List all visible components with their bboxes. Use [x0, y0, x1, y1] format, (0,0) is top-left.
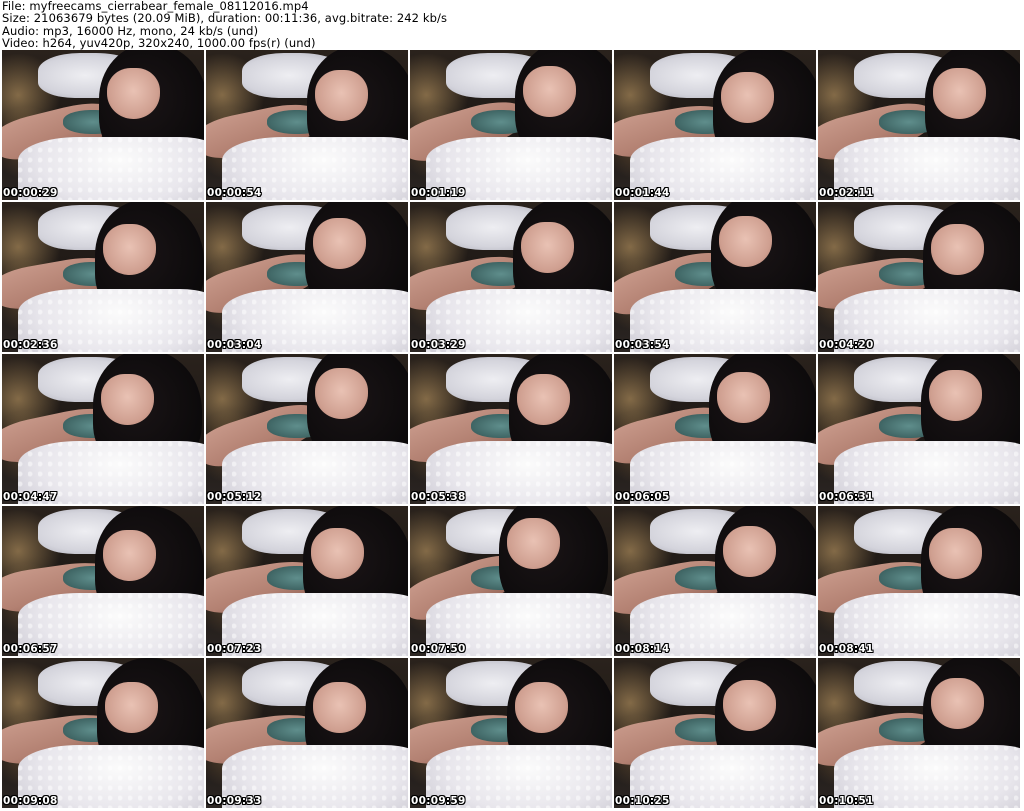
thumbnail-timestamp: 00:03:04 [207, 339, 262, 351]
thumbnail-face-shape [929, 528, 982, 579]
thumbnail-face-shape [929, 370, 982, 421]
video-thumbnail: 00:04:20 [818, 202, 1020, 352]
thumbnail-timestamp: 00:10:25 [615, 795, 670, 807]
thumbnail-face-shape [723, 680, 776, 731]
thumbnail-face-shape [521, 222, 574, 273]
thumbnail-timestamp: 00:09:33 [207, 795, 262, 807]
video-thumbnail: 00:03:29 [410, 202, 612, 352]
thumbnail-face-shape [931, 224, 984, 275]
thumbnail-face-shape [313, 218, 366, 269]
thumbnail-timestamp: 00:10:51 [819, 795, 874, 807]
thumbnail-grid: 00:00:29 00:00:54 00:01:19 00:01:44 00:02:11… [2, 50, 1022, 811]
thumbnail-face-shape [313, 682, 366, 733]
thumbnail-face-shape [315, 70, 368, 121]
video-thumbnail: 00:03:54 [614, 202, 816, 352]
thumbnail-face-shape [507, 518, 560, 569]
video-thumbnail: 00:07:50 [410, 506, 612, 656]
video-thumbnail: 00:09:59 [410, 658, 612, 808]
thumbnail-timestamp: 00:05:38 [411, 491, 466, 503]
video-thumbnail: 00:10:51 [818, 658, 1020, 808]
thumbnail-timestamp: 00:09:59 [411, 795, 466, 807]
video-thumbnail: 00:08:41 [818, 506, 1020, 656]
video-thumbnail: 00:09:33 [206, 658, 408, 808]
thumbnail-face-shape [515, 682, 568, 733]
thumbnail-face-shape [723, 526, 776, 577]
video-thumbnail: 00:02:11 [818, 50, 1020, 200]
file-size-line: Size: 21063679 bytes (20.09 MiB), durati… [2, 11, 448, 26]
thumbnail-face-shape [717, 372, 770, 423]
video-thumbnail: 00:00:54 [206, 50, 408, 200]
thumbnail-timestamp: 00:06:57 [3, 643, 58, 655]
video-thumbnail: 00:01:19 [410, 50, 612, 200]
video-thumbnail: 00:04:47 [2, 354, 204, 504]
thumbnail-timestamp: 00:06:31 [819, 491, 874, 503]
thumbnail-face-shape [311, 528, 364, 579]
thumbnail-timestamp: 00:01:44 [615, 187, 670, 199]
video-thumbnail: 00:07:23 [206, 506, 408, 656]
thumbnail-face-shape [931, 678, 984, 729]
thumbnail-timestamp: 00:08:14 [615, 643, 670, 655]
file-info-header: File: myfreecams_cierrabear_female_08112… [2, 0, 1022, 50]
thumbnail-timestamp: 00:02:11 [819, 187, 874, 199]
video-thumbnail: 00:02:36 [2, 202, 204, 352]
thumbnail-face-shape [721, 72, 774, 123]
thumbnail-timestamp: 00:06:05 [615, 491, 670, 503]
video-thumbnail: 00:03:04 [206, 202, 408, 352]
thumbnail-timestamp: 00:09:08 [3, 795, 58, 807]
thumbnail-timestamp: 00:02:36 [3, 339, 58, 351]
video-thumbnail: 00:09:08 [2, 658, 204, 808]
video-thumbnail: 00:05:38 [410, 354, 612, 504]
thumbnail-face-shape [103, 530, 156, 581]
thumbnail-face-shape [103, 224, 156, 275]
video-thumbnail: 00:06:05 [614, 354, 816, 504]
video-thumbnail: 00:00:29 [2, 50, 204, 200]
thumbnail-face-shape [933, 68, 986, 119]
video-info-line: Video: h264, yuv420p, 320x240, 1000.00 f… [2, 36, 316, 51]
thumbnail-face-shape [719, 216, 772, 267]
thumbnail-face-shape [517, 374, 570, 425]
video-thumbnail: 00:01:44 [614, 50, 816, 200]
video-thumbnail: 00:06:31 [818, 354, 1020, 504]
thumbnail-timestamp: 00:00:29 [3, 187, 58, 199]
video-thumbnail: 00:05:12 [206, 354, 408, 504]
thumbnail-face-shape [105, 682, 158, 733]
thumbnail-timestamp: 00:07:23 [207, 643, 262, 655]
thumbnail-timestamp: 00:03:54 [615, 339, 670, 351]
thumbnail-timestamp: 00:05:12 [207, 491, 262, 503]
thumbnail-face-shape [107, 68, 160, 119]
thumbnail-timestamp: 00:01:19 [411, 187, 466, 199]
thumbnail-face-shape [101, 374, 154, 425]
video-thumbnail: 00:06:57 [2, 506, 204, 656]
thumbnail-timestamp: 00:04:47 [3, 491, 58, 503]
thumbnail-face-shape [315, 368, 368, 419]
video-thumbnail: 00:08:14 [614, 506, 816, 656]
thumbnail-timestamp: 00:07:50 [411, 643, 466, 655]
thumbnail-timestamp: 00:04:20 [819, 339, 874, 351]
thumbnail-timestamp: 00:00:54 [207, 187, 262, 199]
video-thumbnail: 00:10:25 [614, 658, 816, 808]
thumbnail-face-shape [523, 66, 576, 117]
thumbnail-timestamp: 00:08:41 [819, 643, 874, 655]
thumbnail-timestamp: 00:03:29 [411, 339, 466, 351]
